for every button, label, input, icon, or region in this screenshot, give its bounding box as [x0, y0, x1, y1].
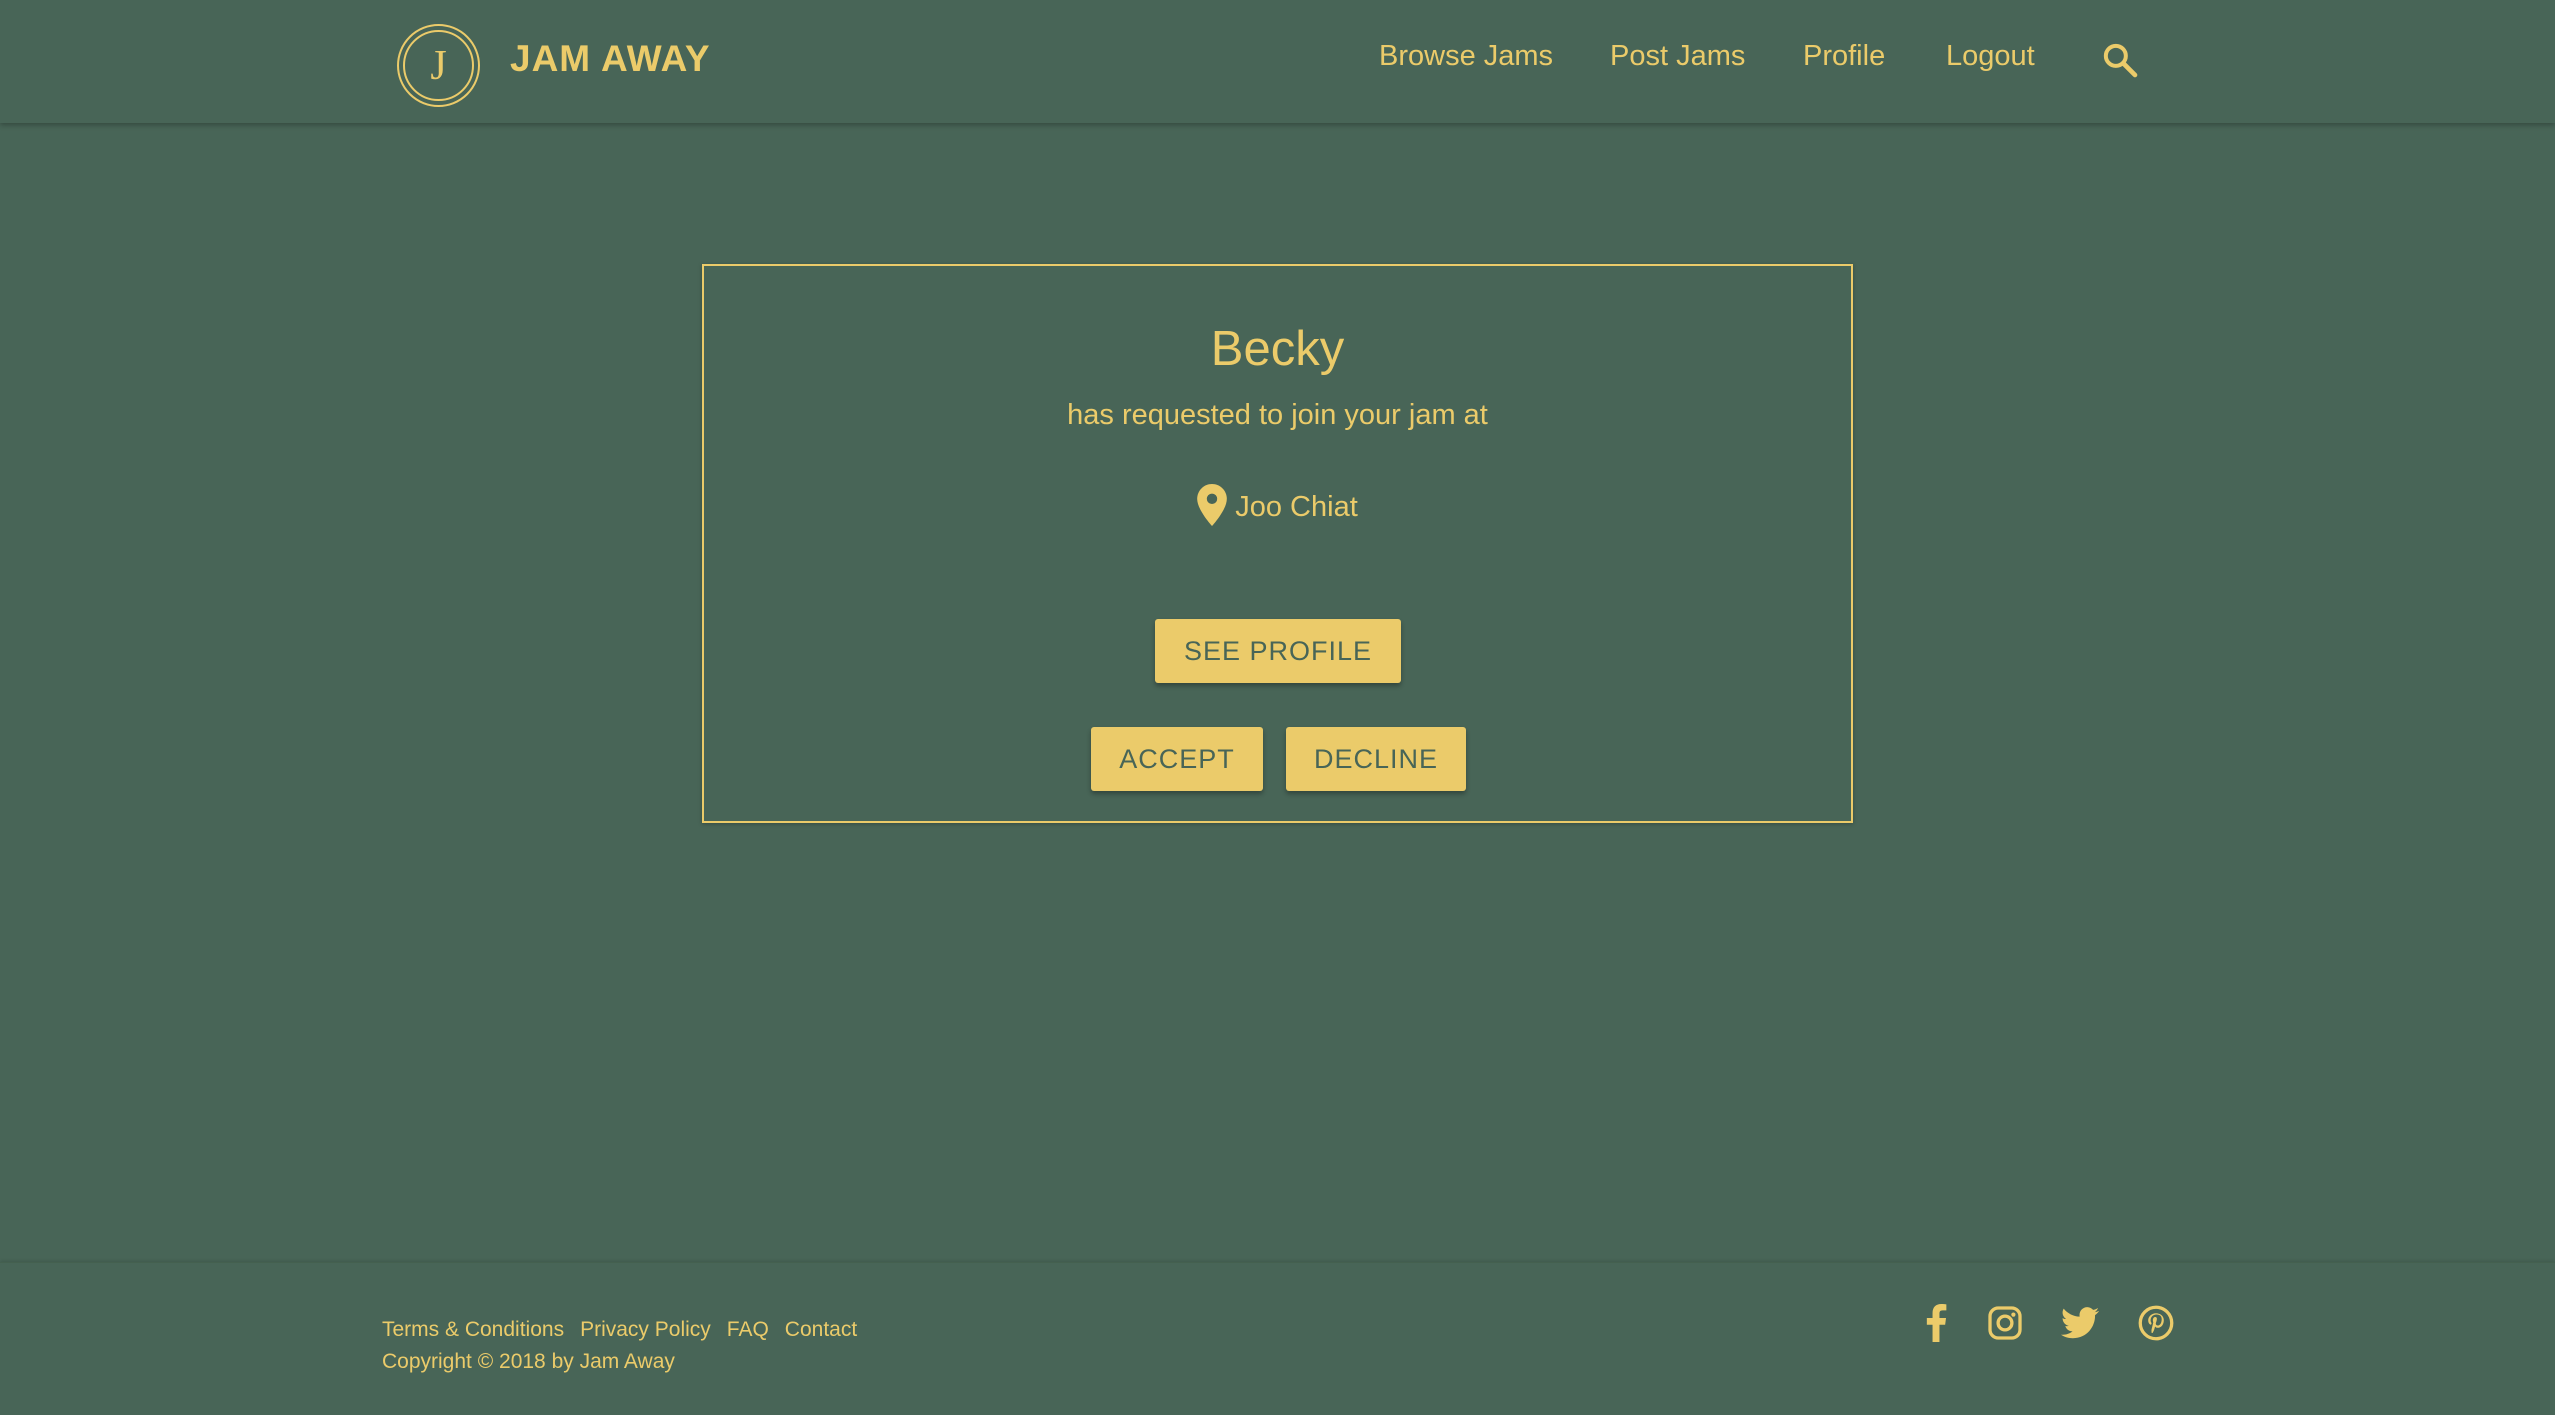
accept-button[interactable]: ACCEPT — [1091, 727, 1263, 791]
facebook-icon — [1926, 1304, 1947, 1342]
top-navbar: J JAM AWAY Browse Jams Post Jams Profile… — [0, 0, 2555, 123]
facebook-link[interactable] — [1916, 1303, 1956, 1343]
footer-link-privacy[interactable]: Privacy Policy — [580, 1318, 711, 1342]
join-request-card: Becky has requested to join your jam at … — [702, 264, 1853, 823]
decline-button[interactable]: DECLINE — [1286, 727, 1466, 791]
instagram-link[interactable] — [1985, 1303, 2025, 1343]
logo[interactable]: J — [397, 24, 480, 107]
footer-link-terms[interactable]: Terms & Conditions — [382, 1318, 564, 1342]
request-message: has requested to join your jam at — [1067, 399, 1488, 431]
nav-logout[interactable]: Logout — [1946, 40, 2035, 73]
footer: Terms & Conditions Privacy Policy FAQ Co… — [0, 1262, 2555, 1415]
map-pin-icon — [1197, 484, 1228, 526]
nav-post-jams[interactable]: Post Jams — [1610, 40, 1745, 73]
search-icon — [2103, 43, 2138, 78]
instagram-icon — [1988, 1306, 2022, 1340]
footer-link-contact[interactable]: Contact — [785, 1318, 857, 1342]
brand-name[interactable]: JAM AWAY — [510, 38, 711, 80]
nav-profile[interactable]: Profile — [1803, 40, 1885, 73]
nav-browse-jams[interactable]: Browse Jams — [1379, 40, 1553, 73]
logo-letter: J — [430, 42, 447, 89]
twitter-icon — [2061, 1307, 2099, 1339]
footer-link-faq[interactable]: FAQ — [727, 1318, 769, 1342]
twitter-link[interactable] — [2060, 1303, 2100, 1343]
see-profile-button[interactable]: SEE PROFILE — [1155, 619, 1401, 683]
jam-location: Joo Chiat — [704, 484, 1851, 526]
location-name: Joo Chiat — [1235, 491, 1358, 523]
footer-links: Terms & Conditions Privacy Policy FAQ Co… — [382, 1318, 857, 1342]
pinterest-link[interactable] — [2136, 1303, 2176, 1343]
requester-name[interactable]: Becky — [704, 321, 1851, 377]
search-button[interactable] — [2100, 40, 2140, 80]
pinterest-icon — [2138, 1305, 2174, 1341]
copyright-text: Copyright © 2018 by Jam Away — [382, 1350, 675, 1373]
